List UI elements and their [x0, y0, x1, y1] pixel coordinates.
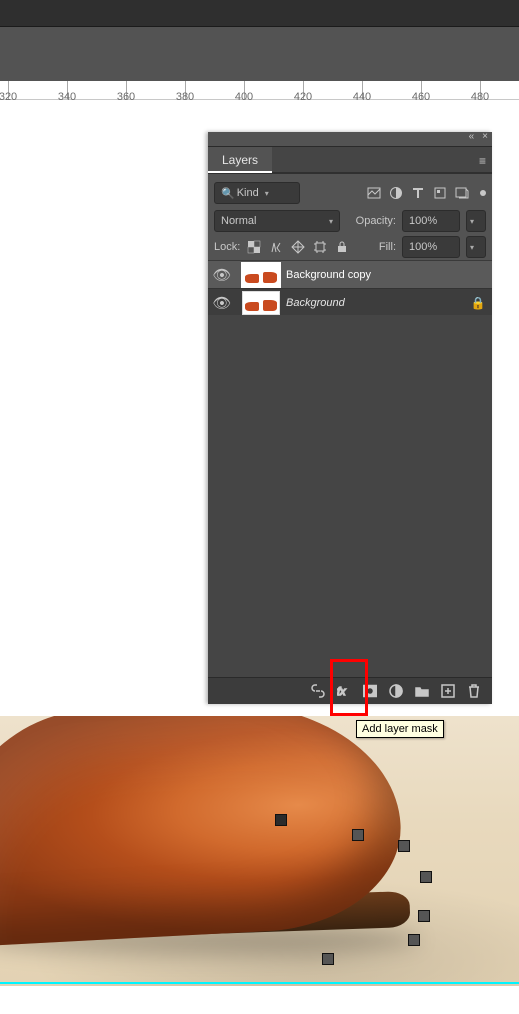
chevron-down-icon: ▾ [470, 243, 474, 252]
panel-collapse-icon[interactable]: « [469, 131, 475, 142]
blend-mode-value: Normal [221, 215, 256, 227]
lock-icon: 🔒 [470, 296, 486, 310]
layer-thumbnail[interactable] [242, 291, 280, 315]
opacity-dropdown[interactable]: ▾ [466, 210, 486, 232]
photo-subject [0, 716, 430, 951]
panel-close-icon[interactable]: × [482, 131, 488, 142]
opacity-value: 100% [409, 215, 437, 227]
layers-panel: « × Layers ≡ 🔍 Kind ▾ Normal ▾ Opacity: … [208, 132, 492, 704]
path-anchor[interactable] [408, 934, 420, 946]
ruler-tick-label: 440 [353, 91, 371, 103]
search-icon: 🔍 [221, 187, 235, 200]
ruler-tick-label: 460 [412, 91, 430, 103]
lock-all-icon[interactable] [334, 239, 350, 255]
panel-tab-bar: Layers [208, 146, 492, 174]
fill-dropdown[interactable]: ▾ [466, 236, 486, 258]
filter-smartobject-icon[interactable] [454, 185, 470, 201]
visibility-toggle-icon[interactable]: 👁 [208, 294, 236, 312]
layers-list: 👁 Background copy 👁 Background 🔒 [208, 261, 492, 678]
filter-shape-icon[interactable] [432, 185, 448, 201]
ruler-tick-label: 360 [117, 91, 135, 103]
layer-row[interactable]: 👁 Background 🔒 [208, 289, 492, 317]
path-anchor[interactable] [322, 953, 334, 965]
layer-group-icon[interactable] [414, 683, 430, 699]
options-bar [0, 27, 519, 81]
horizontal-ruler: 320 340 360 380 400 420 440 460 480 [0, 81, 519, 100]
layer-effects-icon[interactable]: fx [336, 683, 352, 699]
lock-transparent-icon[interactable] [246, 239, 262, 255]
filter-toggle-icon[interactable] [480, 190, 486, 196]
document-preview [0, 716, 519, 986]
selection-bottom-edge [0, 982, 519, 984]
opacity-input[interactable]: 100% [402, 210, 460, 232]
filter-pixel-icon[interactable] [366, 185, 382, 201]
blend-mode-dropdown[interactable]: Normal ▾ [214, 210, 340, 232]
lock-image-icon[interactable] [268, 239, 284, 255]
visibility-toggle-icon[interactable]: 👁 [208, 266, 236, 284]
new-layer-icon[interactable] [440, 683, 456, 699]
tooltip: Add layer mask [356, 720, 444, 738]
lock-artboard-icon[interactable] [312, 239, 328, 255]
svg-text:fx: fx [337, 686, 346, 698]
path-anchor[interactable] [275, 814, 287, 826]
ruler-tick-label: 420 [294, 91, 312, 103]
tab-bar-spacer [272, 147, 492, 173]
ruler-tick-label: 480 [471, 91, 489, 103]
chevron-down-icon: ▾ [265, 189, 269, 198]
layers-bottom-bar: fx [208, 677, 492, 704]
link-layers-icon[interactable] [310, 683, 326, 699]
path-anchor[interactable] [420, 871, 432, 883]
filter-type-icon[interactable] [410, 185, 426, 201]
layers-empty-area [208, 315, 492, 678]
layer-thumbnail[interactable] [241, 262, 281, 288]
adjustment-layer-icon[interactable] [388, 683, 404, 699]
path-anchor[interactable] [352, 829, 364, 841]
chevron-down-icon: ▾ [329, 217, 333, 226]
layers-tab[interactable]: Layers [208, 147, 272, 173]
layer-filter-label: Kind [237, 187, 259, 199]
top-app-bar [0, 0, 519, 27]
layer-name[interactable]: Background [286, 297, 345, 309]
path-anchor[interactable] [418, 910, 430, 922]
fill-label: Fill: [379, 241, 396, 253]
ruler-tick-label: 400 [235, 91, 253, 103]
chevron-down-icon: ▾ [470, 217, 474, 226]
fill-value: 100% [409, 241, 437, 253]
fill-input[interactable]: 100% [402, 236, 460, 258]
lock-label: Lock: [214, 241, 240, 253]
panel-menu-icon[interactable]: ≡ [479, 154, 486, 168]
delete-layer-icon[interactable] [466, 683, 482, 699]
path-anchor[interactable] [398, 840, 410, 852]
add-layer-mask-icon[interactable] [362, 683, 378, 699]
layer-row[interactable]: 👁 Background copy [208, 261, 492, 289]
lock-position-icon[interactable] [290, 239, 306, 255]
ruler-tick-label: 340 [58, 91, 76, 103]
opacity-label: Opacity: [356, 215, 396, 227]
ruler-tick-label: 380 [176, 91, 194, 103]
filter-adjustment-icon[interactable] [388, 185, 404, 201]
layer-name[interactable]: Background copy [286, 269, 371, 281]
ruler-tick-label: 320 [0, 91, 17, 103]
layer-filter-dropdown[interactable]: 🔍 Kind ▾ [214, 182, 300, 204]
